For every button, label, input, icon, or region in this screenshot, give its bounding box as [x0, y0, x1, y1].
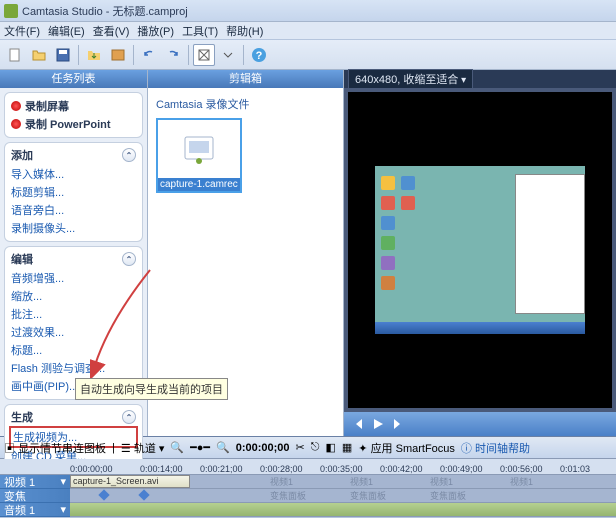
- help-button[interactable]: ?: [248, 44, 270, 66]
- svg-text:?: ?: [256, 50, 263, 62]
- menu-tools[interactable]: 工具(T): [182, 23, 218, 39]
- toolbar: ?: [0, 40, 616, 70]
- record-icon: [11, 119, 21, 129]
- window-title: Camtasia Studio - 无标题.camproj: [22, 3, 188, 19]
- clip-item[interactable]: capture-1.camrec: [156, 118, 242, 193]
- transitions-link[interactable]: 过渡效果...: [11, 323, 136, 341]
- timeline-body[interactable]: capture-1_Screen.avi 视频1 视频1 视频1 视频1 变焦面…: [70, 475, 616, 517]
- collapse-icon[interactable]: ⌃: [122, 252, 136, 266]
- split-icon[interactable]: ⎋: [311, 441, 320, 454]
- flash-quiz-link[interactable]: Flash 测验与调查...: [11, 359, 136, 377]
- clip-filename: capture-1.camrec: [158, 178, 240, 191]
- menu-edit[interactable]: 编辑(E): [48, 23, 85, 39]
- track-labels: 视频 1▾ 变焦 音频 1▾: [0, 475, 70, 517]
- play-button[interactable]: [370, 416, 386, 432]
- clip-thumbnail: [158, 120, 240, 178]
- callouts-link[interactable]: 批注...: [11, 305, 136, 323]
- record-icon: [11, 101, 21, 111]
- zoom-in-icon[interactable]: 🔍: [170, 441, 184, 454]
- title-bar: Camtasia Studio - 无标题.camproj: [0, 0, 616, 22]
- keyframe-icon[interactable]: [138, 489, 149, 500]
- keyframe-icon[interactable]: [98, 489, 109, 500]
- record-camera-link[interactable]: 录制摄像头...: [11, 219, 136, 237]
- menu-bar: 文件(F) 编辑(E) 查看(V) 播放(P) 工具(T) 帮助(H): [0, 22, 616, 40]
- tooltip: 自动生成向导生成当前的项目: [75, 378, 228, 400]
- timecode: 0:00:00;00: [236, 442, 290, 454]
- preview-controls: [344, 412, 616, 436]
- undo-button[interactable]: [138, 44, 160, 66]
- preview-canvas[interactable]: [348, 92, 612, 408]
- produce-button[interactable]: [107, 44, 129, 66]
- timeline-panel: ▣ 显示情节串连图板 | ☰ 轨道 ▾ 🔍 ━●━ 🔍 0:00:00;00 ✂…: [0, 436, 616, 518]
- video-track[interactable]: capture-1_Screen.avi 视频1 视频1 视频1 视频1: [70, 475, 616, 489]
- add-header: 添加: [11, 147, 33, 163]
- collapse-icon[interactable]: ⌃: [122, 410, 136, 424]
- menu-play[interactable]: 播放(P): [137, 23, 174, 39]
- redo-button[interactable]: [162, 44, 184, 66]
- edit-section: 编辑 ⌃ 音频增强... 缩放... 批注... 过渡效果... 标题... Fl…: [4, 246, 143, 400]
- menu-file[interactable]: 文件(F): [4, 23, 40, 39]
- audio-track-label[interactable]: 音频 1: [4, 502, 35, 518]
- timeline-help[interactable]: ⓘ 时间轴帮助: [461, 440, 530, 456]
- voice-narration-link[interactable]: 语音旁白...: [11, 201, 136, 219]
- import-media-link[interactable]: 导入媒体...: [11, 165, 136, 183]
- next-button[interactable]: [390, 416, 406, 432]
- new-button[interactable]: [4, 44, 26, 66]
- zoom-dropdown[interactable]: 640x480, 收缩至适合 ▾: [348, 69, 473, 89]
- tool-icon[interactable]: ▦: [342, 441, 352, 454]
- collapse-icon[interactable]: ⌃: [122, 148, 136, 162]
- storyboard-toggle[interactable]: ▣ 显示情节串连图板: [4, 440, 106, 456]
- tool-icon[interactable]: ◧: [325, 441, 335, 454]
- open-button[interactable]: [28, 44, 50, 66]
- record-powerpoint[interactable]: 录制 PowerPoint: [11, 115, 136, 133]
- zoom-link[interactable]: 缩放...: [11, 287, 136, 305]
- edit-header: 编辑: [11, 251, 33, 267]
- tracks-dropdown[interactable]: ☰ 轨道 ▾: [121, 440, 165, 456]
- captions-link[interactable]: 标题...: [11, 341, 136, 359]
- menu-view[interactable]: 查看(V): [93, 23, 130, 39]
- fit-button[interactable]: [193, 44, 215, 66]
- dropdown-icon[interactable]: [217, 44, 239, 66]
- smartfocus-button[interactable]: ✦ 应用 SmartFocus: [358, 440, 455, 456]
- timeline-ruler[interactable]: 0:00:00;00 0:00:14;00 0:00:21;00 0:00:28…: [0, 459, 616, 475]
- zoom-track[interactable]: 变焦面板 变焦面板 变焦面板: [70, 489, 616, 503]
- audio-track[interactable]: [70, 503, 616, 517]
- import-button[interactable]: [83, 44, 105, 66]
- task-panel-header: 任务列表: [0, 70, 147, 88]
- timeline-clip[interactable]: capture-1_Screen.avi: [70, 475, 190, 488]
- app-logo-icon: [4, 4, 18, 18]
- cut-icon[interactable]: ✂: [296, 441, 305, 454]
- clipbin-header: 剪辑箱: [148, 70, 343, 88]
- produce-header: 生成: [11, 409, 33, 425]
- zoom-slider[interactable]: ━●━: [190, 441, 210, 454]
- preview-panel: 640x480, 收缩至适合 ▾: [344, 70, 616, 436]
- audio-enhance-link[interactable]: 音频增强...: [11, 269, 136, 287]
- video-frame: [375, 166, 585, 334]
- zoom-out-icon[interactable]: 🔍: [216, 441, 230, 454]
- clipbin-folder: Camtasia 录像文件: [156, 96, 335, 112]
- prev-button[interactable]: [350, 416, 366, 432]
- menu-help[interactable]: 帮助(H): [226, 23, 263, 39]
- record-section: 录制屏幕 录制 PowerPoint: [4, 92, 143, 138]
- save-button[interactable]: [52, 44, 74, 66]
- record-screen[interactable]: 录制屏幕: [11, 97, 136, 115]
- add-section: 添加 ⌃ 导入媒体... 标题剪辑... 语音旁白... 录制摄像头...: [4, 142, 143, 242]
- title-clip-link[interactable]: 标题剪辑...: [11, 183, 136, 201]
